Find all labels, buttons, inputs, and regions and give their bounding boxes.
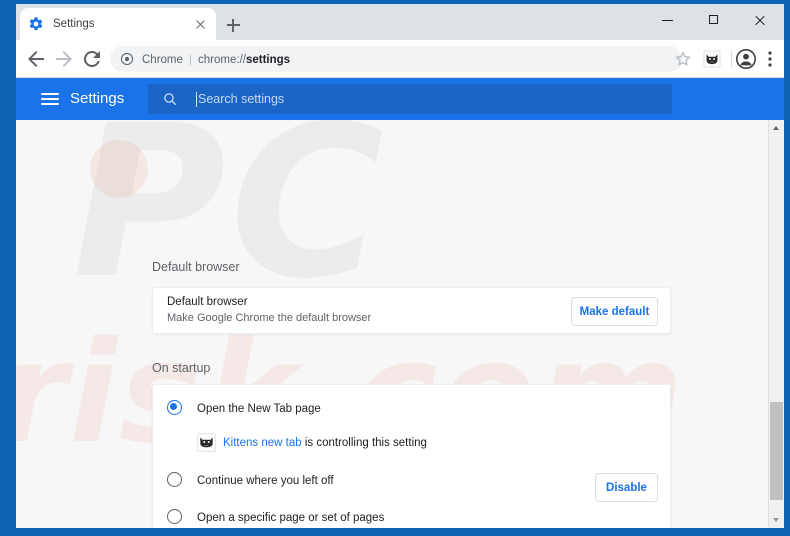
- default-browser-card: Default browser Make Google Chrome the d…: [152, 287, 671, 334]
- vertical-scrollbar[interactable]: [768, 120, 784, 528]
- settings-header: Settings Search settings: [16, 78, 784, 120]
- maximize-button[interactable]: [692, 4, 738, 36]
- text-caret: [196, 91, 197, 107]
- avatar-icon[interactable]: [734, 47, 758, 71]
- radio-open-new-tab-page[interactable]: [167, 400, 182, 415]
- address-bar[interactable]: Chrome | chrome://settings: [110, 46, 682, 72]
- browser-window-inner: Settings Chrome | chrome://settings Sett…: [16, 4, 784, 528]
- kittens-new-tab-icon[interactable]: [700, 47, 724, 71]
- back-icon[interactable]: [24, 47, 48, 71]
- default-browser-primary-text: Default browser: [167, 296, 248, 308]
- browser-window: Settings Chrome | chrome://settings Sett…: [0, 0, 790, 536]
- on-startup-card: Open the New Tab page Kittens new tab is…: [152, 384, 671, 528]
- omnibox-site-label: Chrome: [142, 54, 183, 66]
- chrome-product-icon: [120, 52, 134, 66]
- omnibox-separator: |: [188, 52, 193, 66]
- radio-row-continue-where-left-off[interactable]: Continue where you left off: [153, 463, 670, 499]
- page-title: Settings: [70, 90, 125, 107]
- radio-row-open-specific-page[interactable]: Open a specific page or set of pages: [153, 500, 670, 528]
- radio-row-open-new-tab-page[interactable]: Open the New Tab page: [153, 391, 670, 427]
- close-icon[interactable]: [192, 16, 208, 32]
- tab-title: Settings: [53, 18, 95, 30]
- section-heading-default-browser: Default browser: [152, 260, 240, 274]
- search-placeholder: Search settings: [198, 92, 285, 106]
- kittens-new-tab-link[interactable]: Kittens new tab: [223, 437, 302, 449]
- extension-notice-suffix: is controlling this setting: [301, 437, 427, 449]
- three-dot-menu-icon[interactable]: [758, 47, 782, 71]
- hamburger-icon[interactable]: [40, 89, 60, 109]
- section-heading-on-startup: On startup: [152, 361, 211, 375]
- omnibox-page: settings: [245, 54, 291, 66]
- omnibox-scheme: chrome://: [198, 54, 246, 66]
- gear-icon: [28, 16, 44, 32]
- default-browser-row[interactable]: Default browser Make Google Chrome the d…: [153, 288, 670, 333]
- radio-continue-where-left-off[interactable]: [167, 472, 182, 487]
- make-default-button[interactable]: Make default: [571, 297, 658, 326]
- star-icon[interactable]: [671, 47, 695, 71]
- tab-strip: Settings: [16, 4, 784, 40]
- settings-page-body: Default browser Default browser Make Goo…: [16, 120, 768, 528]
- radio-label-open-new-tab-page: Open the New Tab page: [197, 403, 321, 415]
- scroll-up-arrow[interactable]: [769, 120, 784, 136]
- extension-control-notice: Kittens new tab is controlling this sett…: [153, 429, 670, 502]
- search-input[interactable]: Search settings: [148, 84, 672, 114]
- address-bar-text: Chrome | chrome://settings: [142, 52, 290, 66]
- extension-notice-text: Kittens new tab is controlling this sett…: [223, 429, 427, 457]
- radio-label-continue-where-left-off: Continue where you left off: [197, 475, 334, 487]
- tab-settings[interactable]: Settings: [20, 8, 216, 40]
- forward-icon[interactable]: [52, 47, 76, 71]
- settings-content: PC risk.com Default browser Default brow…: [16, 120, 784, 528]
- kittens-new-tab-icon: [197, 433, 216, 452]
- scroll-down-arrow[interactable]: [769, 512, 784, 528]
- radio-open-specific-page[interactable]: [167, 509, 182, 524]
- default-browser-secondary-text: Make Google Chrome the default browser: [167, 312, 372, 324]
- toolbar-divider: [731, 51, 732, 67]
- search-icon: [162, 91, 178, 107]
- radio-label-open-specific-page: Open a specific page or set of pages: [197, 512, 385, 524]
- reload-icon[interactable]: [80, 47, 104, 71]
- scroll-thumb[interactable]: [770, 402, 783, 500]
- new-tab-button[interactable]: [222, 14, 244, 36]
- close-button[interactable]: [738, 4, 784, 36]
- minimize-button[interactable]: [646, 4, 692, 36]
- browser-toolbar: Chrome | chrome://settings: [16, 40, 784, 78]
